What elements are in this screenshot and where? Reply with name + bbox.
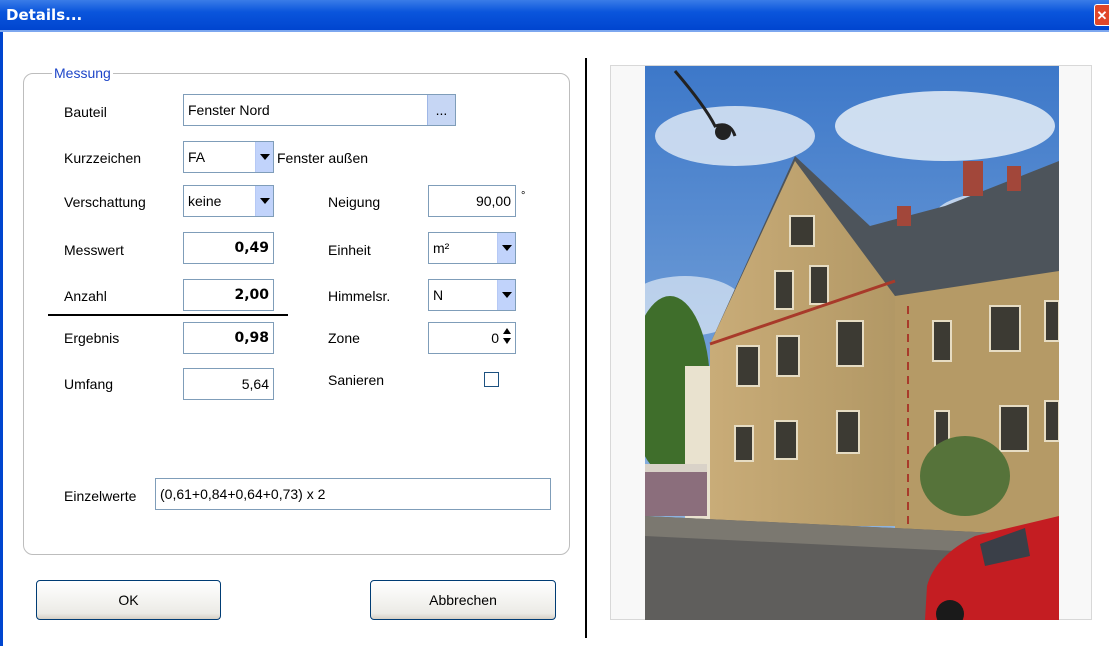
kurzzeichen-description: Fenster außen	[277, 150, 369, 166]
spin-up-icon[interactable]	[503, 328, 511, 334]
bauteil-label: Bauteil	[64, 104, 107, 120]
sum-divider-line	[48, 314, 288, 316]
ok-button[interactable]: OK	[36, 580, 221, 620]
spin-updown-icon[interactable]	[502, 327, 513, 349]
kurzzeichen-value: FA	[188, 149, 206, 165]
kurzzeichen-select[interactable]: FA	[183, 141, 274, 173]
zone-value: 0	[491, 330, 499, 346]
window-title: Details...	[6, 6, 83, 24]
title-bar: Details... ✕	[0, 0, 1109, 32]
chevron-down-icon[interactable]	[497, 233, 515, 263]
umfang-label: Umfang	[64, 376, 114, 392]
chevron-down-icon[interactable]	[497, 280, 515, 310]
building-photo	[645, 66, 1059, 620]
zone-spinner[interactable]: 0	[428, 322, 516, 354]
himmelsrichtung-select[interactable]: N	[428, 279, 516, 311]
bauteil-value: Fenster Nord	[188, 102, 270, 118]
spin-down-icon[interactable]	[503, 338, 511, 344]
neigung-label: Neigung	[328, 194, 381, 210]
ergebnis-output: 0,98	[183, 322, 274, 354]
bauteil-field[interactable]: Fenster Nord ...	[183, 94, 456, 126]
chevron-down-icon[interactable]	[255, 186, 273, 216]
einheit-select[interactable]: m²	[428, 232, 516, 264]
verschattung-select[interactable]: keine	[183, 185, 274, 217]
sanieren-checkbox[interactable]	[484, 372, 499, 387]
group-legend: Messung	[52, 65, 113, 81]
anzahl-input[interactable]: 2,00	[183, 279, 274, 311]
einheit-label: Einheit	[328, 242, 371, 258]
vertical-divider	[585, 58, 587, 638]
sanieren-label: Sanieren	[328, 372, 385, 388]
ergebnis-label: Ergebnis	[64, 330, 120, 346]
einzelwerte-label: Einzelwerte	[64, 488, 137, 504]
neigung-input[interactable]: 90,00	[428, 185, 516, 217]
neigung-unit: °	[521, 190, 526, 202]
verschattung-value: keine	[188, 193, 222, 209]
messwert-label: Messwert	[64, 242, 124, 258]
einzelwerte-input[interactable]: (0,61+0,84+0,64+0,73) x 2	[155, 478, 551, 510]
einheit-value: m²	[433, 240, 450, 256]
himmelsrichtung-value: N	[433, 287, 444, 303]
cancel-button[interactable]: Abbrechen	[370, 580, 556, 620]
anzahl-label: Anzahl	[64, 288, 107, 304]
himmelsrichtung-label: Himmelsr.	[328, 288, 391, 304]
window-left-border	[0, 32, 3, 646]
umfang-input[interactable]: 5,64	[183, 368, 274, 400]
messwert-input[interactable]: 0,49	[183, 232, 274, 264]
chevron-down-icon[interactable]	[255, 142, 273, 172]
verschattung-label: Verschattung	[64, 194, 146, 210]
browse-button[interactable]: ...	[427, 95, 455, 125]
close-icon[interactable]: ✕	[1094, 4, 1109, 26]
kurzzeichen-label: Kurzzeichen	[64, 150, 142, 166]
zone-label: Zone	[328, 330, 360, 346]
